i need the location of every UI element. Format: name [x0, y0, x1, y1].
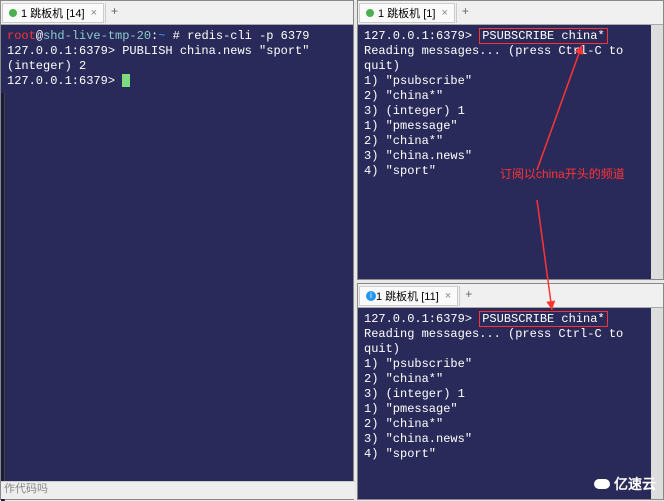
annotation-text: 订阅以china开头的频道 — [500, 165, 625, 182]
right-top-terminal-pane: 1 跳板机 [1] × + 127.0.0.1:6379> PSUBSCRIBE… — [357, 0, 664, 280]
brand-logo: 亿速云 — [594, 474, 656, 494]
terminal-line: 2) "china*" — [364, 89, 657, 104]
prompt-user: root — [7, 29, 36, 43]
status-dot-icon — [366, 9, 374, 17]
add-tab-button[interactable]: + — [105, 3, 123, 23]
tab-label: 1 跳板机 [1] — [378, 5, 435, 21]
terminal-line: 127.0.0.1:6379> PSUBSCRIBE china* — [364, 312, 657, 327]
terminal-line: Reading messages... (press Ctrl-C to qui… — [364, 327, 657, 357]
cloud-icon — [594, 479, 610, 489]
terminal-line: (integer) 2 — [7, 59, 347, 74]
terminal-line: 1) "pmessage" — [364, 119, 657, 134]
right-bottom-tab[interactable]: i 1 跳板机 [11] × — [359, 286, 458, 306]
left-tabbar: 1 跳板机 [14] × + — [1, 1, 353, 25]
terminal-line: 2) "china*" — [364, 417, 657, 432]
right-bottom-tabbar: i 1 跳板机 [11] × + — [358, 284, 663, 308]
cursor-icon — [122, 74, 130, 87]
left-terminal-pane: 1 跳板机 [14] × + root@shd-live-tmp-20:~ # … — [0, 0, 354, 500]
left-tab[interactable]: 1 跳板机 [14] × — [2, 3, 104, 23]
close-icon[interactable]: × — [91, 7, 97, 19]
right-top-terminal-body[interactable]: 127.0.0.1:6379> PSUBSCRIBE china* Readin… — [358, 25, 663, 183]
redis-prompt: 127.0.0.1:6379> — [7, 74, 122, 88]
scrollbar[interactable] — [651, 308, 663, 499]
terminal-line: 3) "china.news" — [364, 149, 657, 164]
right-bottom-terminal-body[interactable]: 127.0.0.1:6379> PSUBSCRIBE china* Readin… — [358, 308, 663, 466]
add-tab-button[interactable]: + — [459, 286, 477, 306]
prompt-host: shd-live-tmp-20 — [43, 29, 151, 43]
terminal-line: 4) "sport" — [364, 447, 657, 462]
close-icon[interactable]: × — [441, 7, 447, 19]
highlighted-command: PSUBSCRIBE china* — [479, 28, 607, 44]
right-top-tab[interactable]: 1 跳板机 [1] × — [359, 3, 455, 23]
left-terminal-body[interactable]: root@shd-live-tmp-20:~ # redis-cli -p 63… — [1, 25, 353, 93]
info-icon: i — [366, 291, 376, 301]
terminal-line: 3) "china.news" — [364, 432, 657, 447]
terminal-sidebar — [1, 25, 5, 501]
watermark-text: 作代码吗 — [4, 480, 48, 496]
tab-label: 1 跳板机 [11] — [376, 288, 439, 304]
right-bottom-terminal-pane: i 1 跳板机 [11] × + 127.0.0.1:6379> PSUBSCR… — [357, 283, 664, 500]
right-top-tabbar: 1 跳板机 [1] × + — [358, 1, 663, 25]
terminal-line: 127.0.0.1:6379> PUBLISH china.news "spor… — [7, 44, 347, 59]
terminal-line: 1) "psubscribe" — [364, 74, 657, 89]
terminal-line: root@shd-live-tmp-20:~ # redis-cli -p 63… — [7, 29, 347, 44]
terminal-line: Reading messages... (press Ctrl-C to qui… — [364, 44, 657, 74]
status-dot-icon — [9, 9, 17, 17]
scrollbar[interactable] — [651, 25, 663, 279]
highlighted-command: PSUBSCRIBE china* — [479, 311, 607, 327]
close-icon[interactable]: × — [445, 290, 451, 302]
command-text: redis-cli -p 6379 — [187, 29, 309, 43]
footer-bar — [1, 481, 355, 499]
terminal-line: 1) "psubscribe" — [364, 357, 657, 372]
add-tab-button[interactable]: + — [456, 3, 474, 23]
tab-label: 1 跳板机 [14] — [21, 5, 85, 21]
terminal-line: 2) "china*" — [364, 134, 657, 149]
redis-prompt: 127.0.0.1:6379> — [364, 29, 479, 43]
terminal-line: 3) (integer) 1 — [364, 387, 657, 402]
terminal-line: 3) (integer) 1 — [364, 104, 657, 119]
terminal-line: 127.0.0.1:6379> — [7, 74, 347, 89]
redis-prompt: 127.0.0.1:6379> — [364, 312, 479, 326]
brand-text: 亿速云 — [614, 474, 656, 494]
terminal-line: 2) "china*" — [364, 372, 657, 387]
terminal-line: 127.0.0.1:6379> PSUBSCRIBE china* — [364, 29, 657, 44]
terminal-line: 1) "pmessage" — [364, 402, 657, 417]
